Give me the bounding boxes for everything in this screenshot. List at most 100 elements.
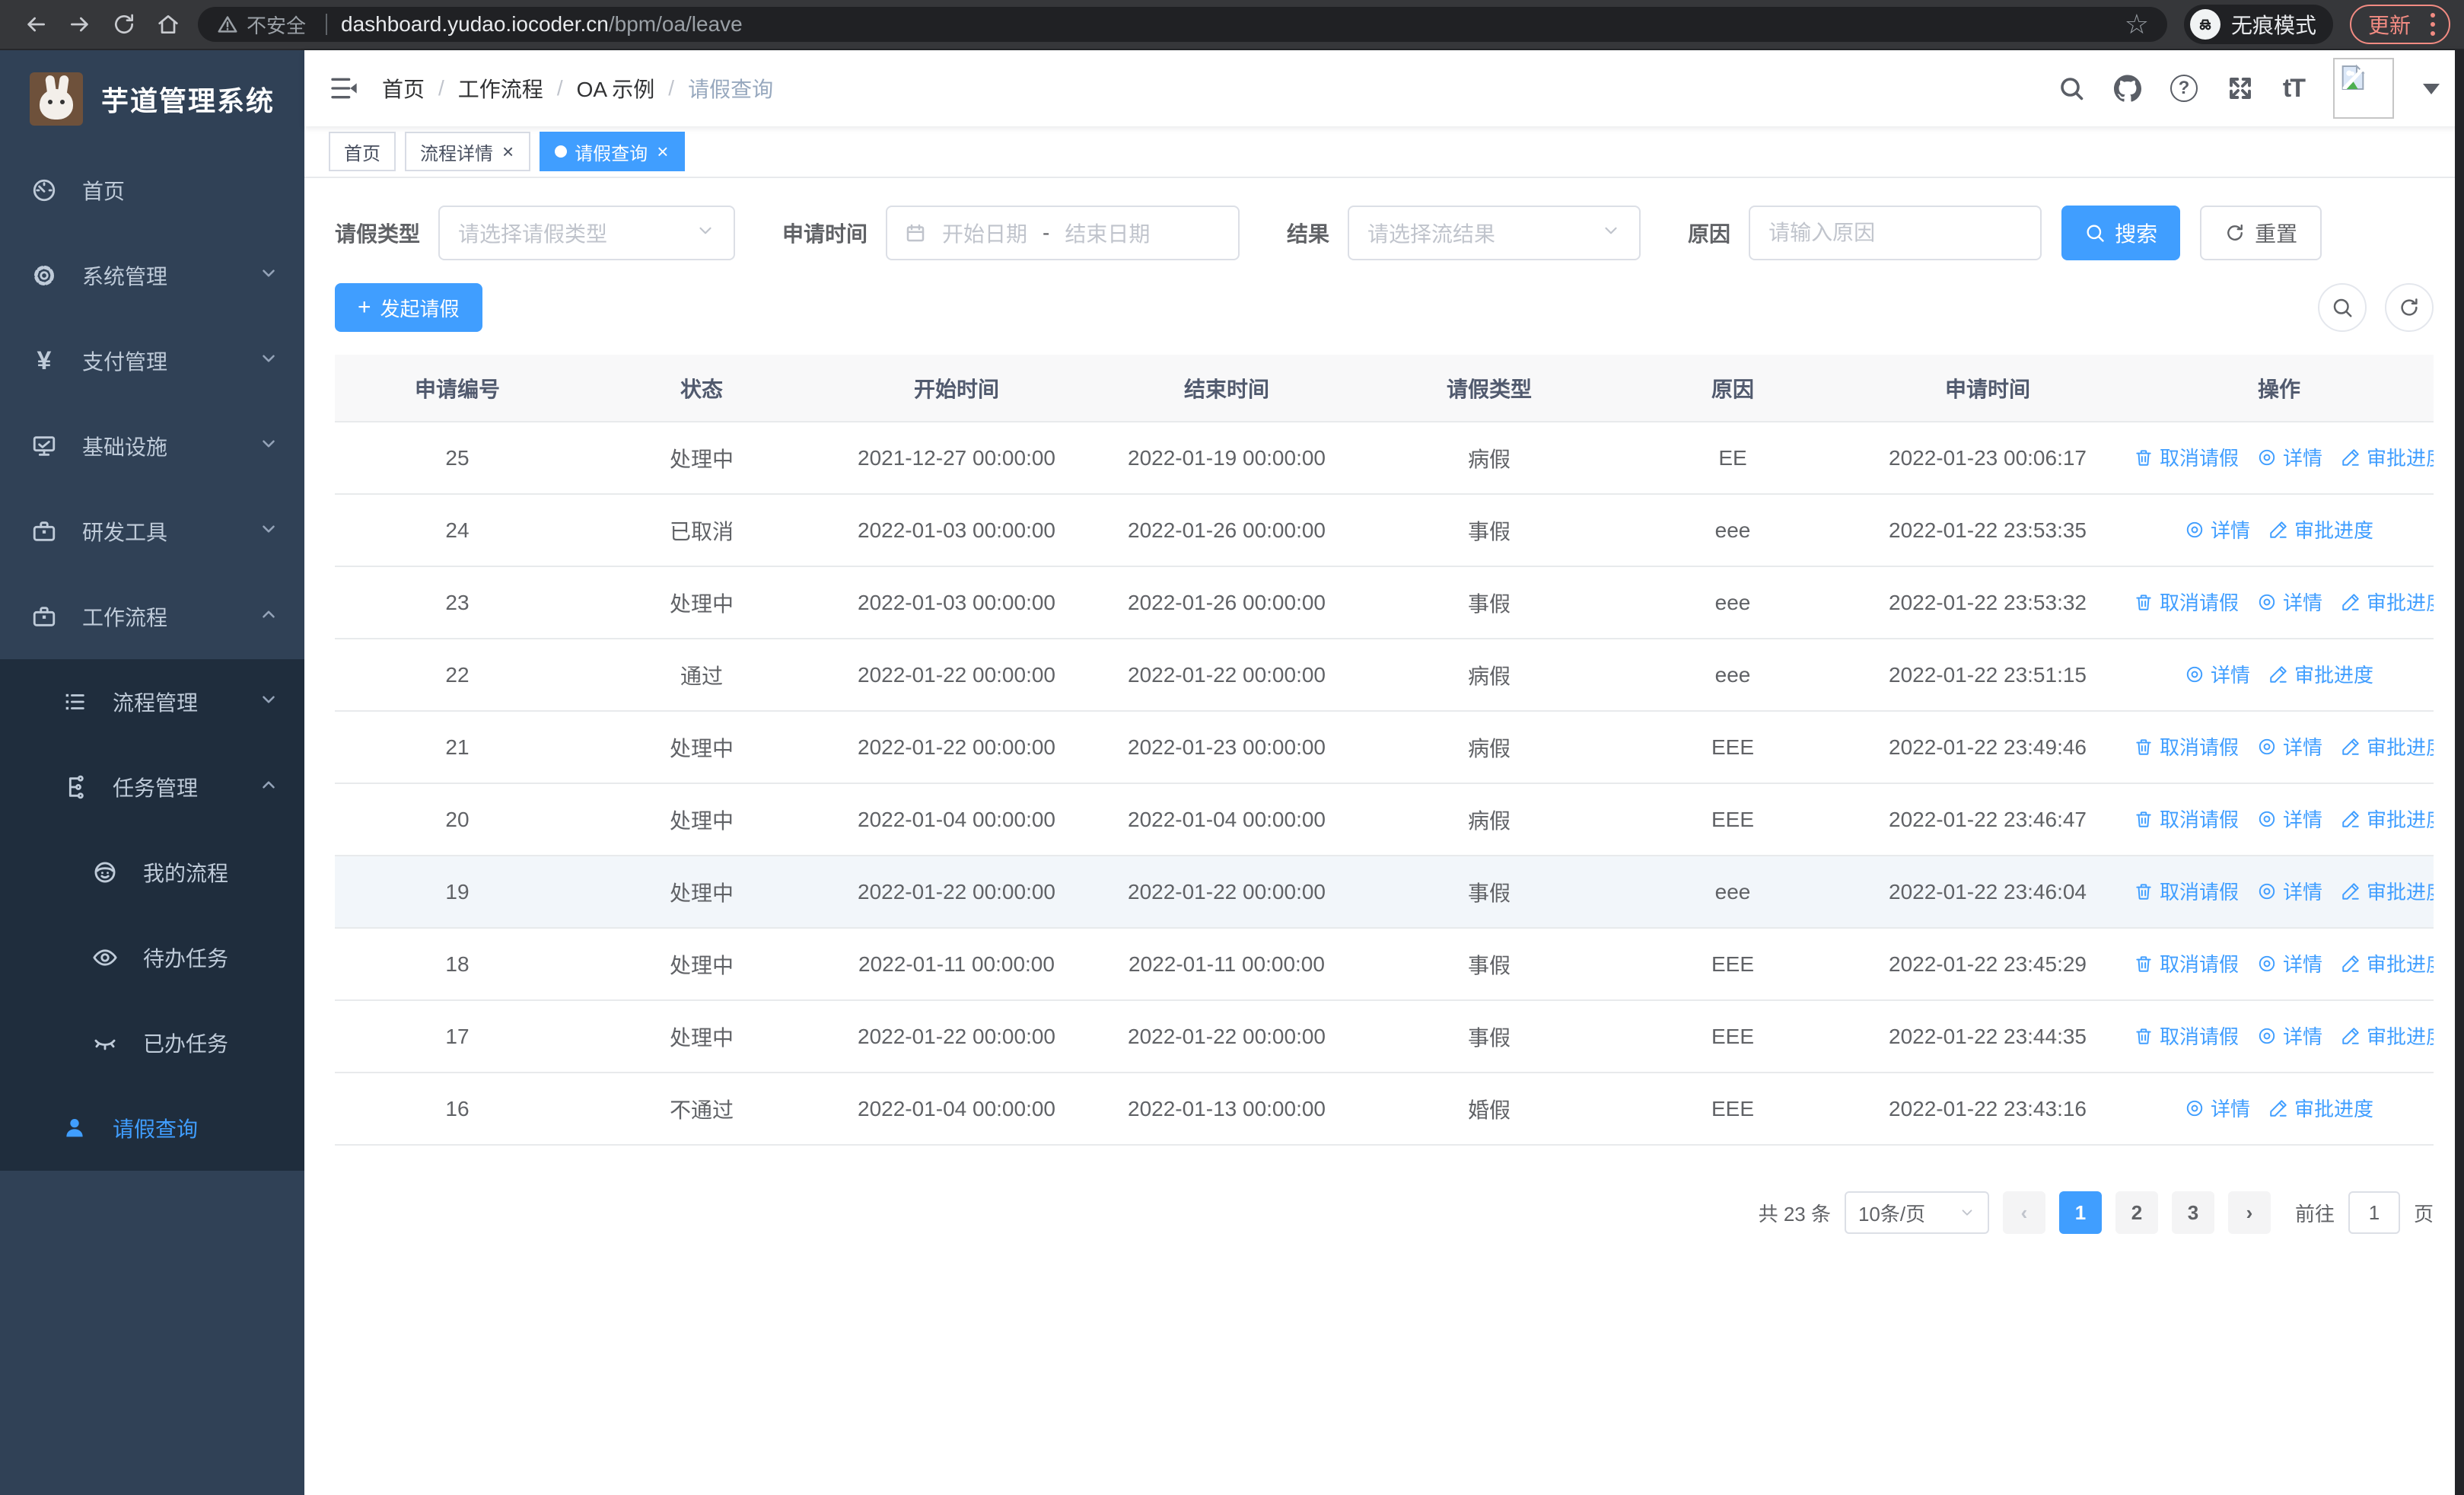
- approval-progress-link[interactable]: 审批进度: [2268, 515, 2373, 543]
- detail-link[interactable]: 详情: [2257, 1022, 2322, 1050]
- fullscreen-icon[interactable]: [2227, 75, 2254, 102]
- bookmark-star-icon[interactable]: ☆: [2125, 8, 2149, 40]
- sidebar-item-my-process[interactable]: 我的流程: [0, 830, 304, 915]
- detail-link[interactable]: 详情: [2185, 515, 2250, 543]
- sidebar-item-payment[interactable]: ¥ 支付管理: [0, 318, 304, 403]
- chevron-down-icon: [1601, 221, 1621, 246]
- sidebar-item-devtools[interactable]: 研发工具: [0, 489, 304, 574]
- view-icon: [2257, 448, 2277, 467]
- tag-home[interactable]: 首页: [329, 132, 396, 171]
- cancel-leave-link[interactable]: 取消请假: [2134, 1022, 2239, 1050]
- table-row: 22 通过 2022-01-22 00:00:00 2022-01-22 00:00:…: [335, 639, 2434, 712]
- search-button[interactable]: 搜索: [2061, 206, 2181, 260]
- approval-progress-link[interactable]: 审批进度: [2341, 1022, 2434, 1050]
- goto-label: 前往: [2294, 1202, 2335, 1226]
- tag-leave-query[interactable]: 请假查询 ×: [540, 132, 686, 171]
- select-placeholder: 请选择请假类型: [458, 222, 608, 246]
- approval-progress-link[interactable]: 审批进度: [2341, 443, 2434, 471]
- browser-reload-button[interactable]: [102, 2, 146, 46]
- browser-menu-icon[interactable]: [2424, 13, 2441, 36]
- cancel-leave-link[interactable]: 取消请假: [2134, 732, 2239, 760]
- breadcrumb-home[interactable]: 首页: [382, 73, 425, 104]
- sidebar-item-system[interactable]: 系统管理: [0, 233, 304, 318]
- tag-process-detail[interactable]: 流程详情 ×: [405, 132, 531, 171]
- github-icon[interactable]: [2114, 75, 2141, 102]
- page-button-3[interactable]: 3: [2171, 1191, 2214, 1234]
- approval-progress-link[interactable]: 审批进度: [2341, 805, 2434, 833]
- approval-progress-link[interactable]: 审批进度: [2341, 949, 2434, 977]
- create-leave-button[interactable]: + 发起请假: [335, 283, 482, 332]
- page-scrollbar[interactable]: [2455, 50, 2464, 1495]
- sidebar-item-task-mgmt[interactable]: 任务管理: [0, 744, 304, 830]
- pen-icon: [2268, 520, 2288, 540]
- browser-back-button[interactable]: [14, 2, 58, 46]
- help-icon[interactable]: ?: [2170, 75, 2198, 102]
- reason-input[interactable]: [1749, 206, 2042, 260]
- approval-progress-link[interactable]: 审批进度: [2268, 660, 2373, 688]
- detail-link[interactable]: 详情: [2257, 588, 2322, 616]
- next-page-button[interactable]: ›: [2227, 1191, 2271, 1234]
- page-button-1[interactable]: 1: [2058, 1191, 2102, 1234]
- sidebar-item-leave-query[interactable]: 请假查询: [0, 1085, 304, 1171]
- page-button-2[interactable]: 2: [2115, 1191, 2158, 1234]
- detail-link[interactable]: 详情: [2257, 877, 2322, 905]
- sidebar-item-label: 我的流程: [143, 862, 229, 885]
- cancel-leave-link[interactable]: 取消请假: [2134, 443, 2239, 471]
- detail-link[interactable]: 详情: [2257, 805, 2322, 833]
- leave-type-select[interactable]: 请选择请假类型: [438, 206, 736, 260]
- pen-icon: [2268, 665, 2288, 684]
- sidebar-item-done-tasks[interactable]: 已办任务: [0, 1000, 304, 1085]
- sidebar-item-todo-tasks[interactable]: 待办任务: [0, 915, 304, 1000]
- app-logo-row[interactable]: 芋道管理系统: [0, 50, 304, 148]
- breadcrumb-workflow[interactable]: 工作流程: [458, 73, 543, 104]
- close-icon[interactable]: ×: [501, 142, 515, 161]
- breadcrumb-oa-example[interactable]: OA 示例: [577, 73, 655, 104]
- refresh-table-button[interactable]: [2385, 283, 2434, 332]
- table-row: 18 处理中 2022-01-11 00:00:00 2022-01-11 00:00…: [335, 928, 2434, 1001]
- approval-progress-link[interactable]: 审批进度: [2341, 732, 2434, 760]
- browser-home-button[interactable]: [146, 2, 190, 46]
- detail-link[interactable]: 详情: [2185, 660, 2250, 688]
- apply-time-range-picker[interactable]: 开始日期 - 结束日期: [886, 206, 1240, 260]
- page-size-select[interactable]: 10条/页: [1844, 1191, 1989, 1234]
- view-icon: [2257, 1026, 2277, 1046]
- detail-link[interactable]: 详情: [2257, 949, 2322, 977]
- sidebar-item-process-mgmt[interactable]: 流程管理: [0, 659, 304, 744]
- sidebar-collapse-button[interactable]: [329, 73, 359, 104]
- approval-progress-link[interactable]: 审批进度: [2341, 588, 2434, 616]
- view-icon: [2257, 881, 2277, 901]
- table-row: 16 不通过 2022-01-04 00:00:00 2022-01-13 00:00…: [335, 1073, 2434, 1146]
- address-bar[interactable]: 不安全 dashboard.yudao.iocoder.cn/bpm/oa/le…: [198, 7, 2167, 42]
- sidebar-item-infra[interactable]: 基础设施: [0, 403, 304, 489]
- plus-icon: +: [358, 295, 371, 320]
- approval-progress-link[interactable]: 审批进度: [2341, 877, 2434, 905]
- goto-page-input[interactable]: [2348, 1191, 2400, 1234]
- cancel-leave-link[interactable]: 取消请假: [2134, 949, 2239, 977]
- cancel-leave-link[interactable]: 取消请假: [2134, 877, 2239, 905]
- breadcrumb-separator: /: [668, 76, 675, 100]
- prev-page-button[interactable]: ‹: [2002, 1191, 2045, 1234]
- avatar[interactable]: [2333, 58, 2394, 119]
- user-menu-caret-icon[interactable]: [2423, 83, 2440, 103]
- header-search-icon[interactable]: [2058, 75, 2085, 102]
- close-icon[interactable]: ×: [655, 142, 670, 161]
- pen-icon: [2341, 737, 2361, 757]
- cancel-leave-link[interactable]: 取消请假: [2134, 588, 2239, 616]
- incognito-badge: 无痕模式: [2183, 5, 2333, 44]
- detail-link[interactable]: 详情: [2257, 732, 2322, 760]
- detail-link[interactable]: 详情: [2185, 1094, 2250, 1122]
- browser-update-button[interactable]: 更新: [2349, 5, 2450, 44]
- chevron-up-icon: [259, 775, 279, 800]
- font-size-icon[interactable]: tT: [2283, 74, 2306, 104]
- detail-link[interactable]: 详情: [2257, 443, 2322, 471]
- approval-progress-link[interactable]: 审批进度: [2268, 1094, 2373, 1122]
- browser-forward-button[interactable]: [58, 2, 102, 46]
- cancel-leave-link[interactable]: 取消请假: [2134, 805, 2239, 833]
- result-select[interactable]: 请选择流结果: [1348, 206, 1641, 260]
- trash-icon: [2134, 737, 2154, 757]
- reset-button[interactable]: 重置: [2200, 206, 2322, 260]
- toggle-search-button[interactable]: [2318, 283, 2367, 332]
- sidebar-item-workflow[interactable]: 工作流程: [0, 574, 304, 659]
- sidebar-item-home[interactable]: 首页: [0, 148, 304, 233]
- trash-icon: [2134, 592, 2154, 612]
